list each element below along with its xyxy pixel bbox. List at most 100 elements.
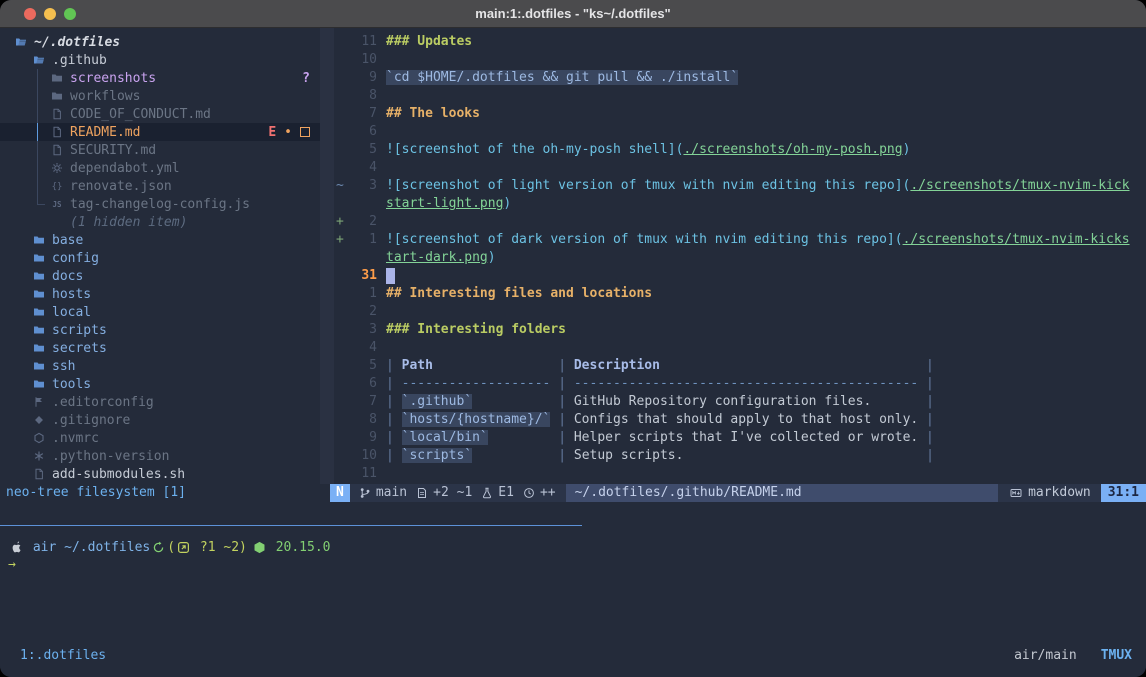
- sidebar-item-base[interactable]: base: [0, 231, 320, 249]
- item-label: add-submodules.sh: [52, 467, 185, 482]
- sidebar-item-.github[interactable]: .github: [0, 51, 320, 69]
- line-number: 3: [349, 177, 377, 195]
- editor-line[interactable]: 11: [334, 465, 1146, 479]
- item-label: tag-changelog-config.js: [70, 197, 250, 212]
- git-upstream-icon: [177, 541, 190, 554]
- editor-line[interactable]: ~3![screenshot of light version of tmux …: [334, 177, 1146, 195]
- editor-line[interactable]: 10| `scripts` | Setup scripts. |: [334, 447, 1146, 465]
- item-label: dependabot.yml: [70, 161, 180, 176]
- sidebar-item-tools[interactable]: tools: [0, 375, 320, 393]
- line-number: 7: [349, 105, 377, 123]
- editor-line[interactable]: 10: [334, 51, 1146, 69]
- editor-line[interactable]: 5 | Path | Description |: [334, 357, 1146, 375]
- filetype-segment: markdown: [1010, 484, 1091, 502]
- prompt-arrow[interactable]: →: [8, 556, 16, 574]
- shell-prompt[interactable]: air ~/.dotfiles ( ?1 ~2 ) 20.15.0: [8, 538, 330, 556]
- editor-line[interactable]: 7## The looks: [334, 105, 1146, 123]
- editor-line[interactable]: 5![screenshot of the oh-my-posh shell](.…: [334, 141, 1146, 159]
- git-status-gap: [192, 540, 200, 555]
- editor-line[interactable]: 2: [334, 303, 1146, 321]
- sidebar-item-screenshots[interactable]: screenshots?: [0, 69, 320, 87]
- tmux-pane-border[interactable]: [0, 525, 582, 526]
- filter-indicator: ?: [302, 71, 310, 86]
- indent-guide-elbow: [37, 204, 45, 205]
- editor-line[interactable]: +2: [334, 213, 1146, 231]
- git-diff-segment: +2 ~1: [416, 484, 472, 502]
- line-number: 1: [349, 231, 377, 249]
- sidebar-item-ssh[interactable]: ssh: [0, 357, 320, 375]
- line-number: 5: [349, 357, 377, 375]
- tmux-window-name[interactable]: 1:.dotfiles: [20, 648, 106, 663]
- item-label: screenshots: [70, 71, 156, 86]
- sidebar-item-readme.md[interactable]: README.mdE•: [0, 123, 320, 141]
- sidebar-item-scripts[interactable]: scripts: [0, 321, 320, 339]
- folder-icon: [32, 233, 46, 247]
- sidebar-item-codeofconduct.md[interactable]: CODE_OF_CONDUCT.md: [0, 105, 320, 123]
- close-button[interactable]: [24, 8, 36, 20]
- gitsign-change: ~: [334, 177, 349, 195]
- neotree-sidebar: ~/.dotfiles.githubscreenshots?workflowsC…: [0, 28, 320, 479]
- editor-line[interactable]: 11### Updates: [334, 33, 1146, 51]
- sidebar-item-config[interactable]: config: [0, 249, 320, 267]
- pane-separator[interactable]: [320, 28, 334, 484]
- editor-line[interactable]: 1## Interesting files and locations: [334, 285, 1146, 303]
- zoom-button[interactable]: [64, 8, 76, 20]
- sidebar-item-security.md[interactable]: SECURITY.md: [0, 141, 320, 159]
- braces-icon: {}: [50, 179, 64, 193]
- sidebar-item-tag-changelog-config.js[interactable]: JStag-changelog-config.js: [0, 195, 320, 213]
- item-label: hosts: [52, 287, 91, 302]
- sidebar-item-hosts[interactable]: hosts: [0, 285, 320, 303]
- editor-line[interactable]: 7| `.github` | GitHub Repository configu…: [334, 393, 1146, 411]
- sidebar-item-1hiddenitem[interactable]: (1 hidden item): [0, 213, 320, 231]
- sidebar-item-add-submodules.sh[interactable]: add-submodules.sh: [0, 465, 320, 483]
- sidebar-item-dependabot.yml[interactable]: dependabot.yml: [0, 159, 320, 177]
- clock-icon: [523, 487, 536, 500]
- line-content: [386, 267, 395, 285]
- sidebar-item-local[interactable]: local: [0, 303, 320, 321]
- markdown-file-icon: [1010, 487, 1023, 500]
- minimize-button[interactable]: [44, 8, 56, 20]
- sidebar-item-.dotfiles[interactable]: ~/.dotfiles: [0, 33, 320, 51]
- editor-line[interactable]: 31: [334, 267, 1146, 285]
- editor-line[interactable]: 8| `hosts/{hostname}/` | Configs that sh…: [334, 411, 1146, 429]
- editor-line[interactable]: 3### Interesting folders: [334, 321, 1146, 339]
- line-number: [349, 195, 377, 213]
- error-count: E1: [498, 484, 514, 502]
- terminal-body: ~/.dotfiles.githubscreenshots?workflowsC…: [0, 28, 1146, 677]
- folder-icon: [50, 71, 64, 85]
- sidebar-item-workflows[interactable]: workflows: [0, 87, 320, 105]
- sidebar-item-.python-version[interactable]: .python-version: [0, 447, 320, 465]
- editor-line[interactable]: 6: [334, 123, 1146, 141]
- editor-line[interactable]: +1![screenshot of dark version of tmux w…: [334, 231, 1146, 249]
- editor-pane[interactable]: 11### Updates109`cd $HOME/.dotfiles && g…: [334, 28, 1146, 479]
- line-content: ![screenshot of dark version of tmux wit…: [386, 231, 1130, 249]
- editor-line[interactable]: start-light.png): [334, 195, 1146, 213]
- editor-line[interactable]: 4: [334, 159, 1146, 177]
- prompt-cwd-gap: [56, 540, 64, 555]
- line-content: | Path | Description |: [386, 357, 934, 375]
- gitsign-empty: [334, 429, 349, 447]
- folder-icon: [32, 305, 46, 319]
- editor-line[interactable]: 9| `local/bin` | Helper scripts that I'v…: [334, 429, 1146, 447]
- item-label: .editorconfig: [52, 395, 154, 410]
- sidebar-item-.nvmrc[interactable]: .nvmrc: [0, 429, 320, 447]
- editor-line[interactable]: 9`cd $HOME/.dotfiles && git pull && ./in…: [334, 69, 1146, 87]
- tmux-session-name: air/main: [1014, 648, 1077, 663]
- tmux-statusbar: 1:.dotfiles air/main TMUX: [0, 646, 1146, 664]
- editor-line[interactable]: tart-dark.png): [334, 249, 1146, 267]
- cursor-position: 31:1: [1101, 484, 1146, 502]
- sidebar-item-secrets[interactable]: secrets: [0, 339, 320, 357]
- editor-line[interactable]: 6| ------------------- | ---------------…: [334, 375, 1146, 393]
- item-label: ~/.dotfiles: [34, 35, 120, 50]
- folder-icon: [32, 359, 46, 373]
- gitsign-empty: [334, 249, 349, 267]
- sidebar-item-docs[interactable]: docs: [0, 267, 320, 285]
- line-number: 9: [349, 429, 377, 447]
- editor-line[interactable]: 4: [334, 339, 1146, 357]
- sidebar-item-.editorconfig[interactable]: .editorconfig: [0, 393, 320, 411]
- sidebar-item-.gitignore[interactable]: .gitignore: [0, 411, 320, 429]
- sidebar-item-renovate.json[interactable]: {}renovate.json: [0, 177, 320, 195]
- apple-icon: [10, 541, 23, 554]
- tmux-flag: TMUX: [1101, 648, 1132, 663]
- editor-line[interactable]: 8: [334, 87, 1146, 105]
